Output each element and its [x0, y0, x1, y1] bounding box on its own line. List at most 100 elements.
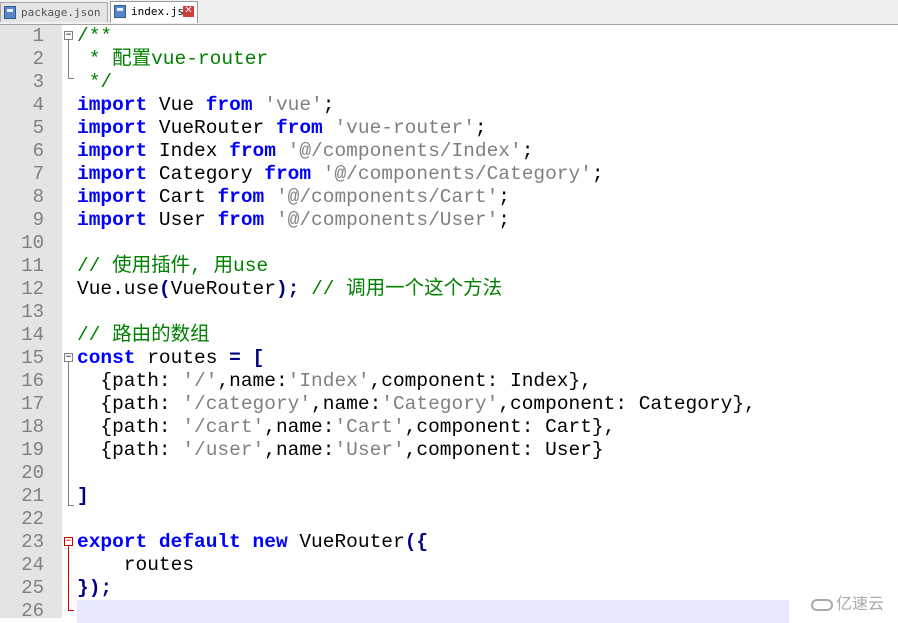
code-token: ;: [591, 163, 604, 185]
code-line[interactable]: const routes = [: [77, 347, 898, 370]
line-number: 20: [21, 462, 44, 484]
code-token: Index: [147, 140, 230, 162]
line-number: 26: [21, 600, 44, 622]
code-token: ,name:: [264, 416, 335, 438]
code-line[interactable]: import Vue from 'vue';: [77, 94, 898, 117]
string-token: '@/components/Cart': [275, 186, 499, 208]
string-token: '/user': [182, 439, 265, 461]
fold-collapse-icon[interactable]: −: [64, 353, 73, 362]
line-number: 6: [32, 140, 44, 162]
code-token: Cart: [147, 186, 218, 208]
string-token: 'Cart': [334, 416, 405, 438]
line-number: 9: [32, 209, 44, 231]
fold-collapse-icon[interactable]: −: [64, 537, 73, 546]
code-line[interactable]: // 使用插件, 用use: [77, 255, 898, 278]
keyword-token: from: [275, 117, 323, 139]
code-line[interactable]: routes: [77, 554, 898, 577]
fold-line: [68, 546, 69, 610]
line-number: 11: [21, 255, 44, 277]
code-line[interactable]: import VueRouter from 'vue-router';: [77, 117, 898, 140]
code-token: ,component: Index},: [369, 370, 592, 392]
code-editor[interactable]: /** * 配置vue-router */import Vue from 'vu…: [77, 25, 898, 623]
code-line[interactable]: /**: [77, 25, 898, 48]
code-token: ,component: Category},: [498, 393, 756, 415]
code-token: {path:: [77, 393, 183, 415]
code-line[interactable]: import User from '@/components/User';: [77, 209, 898, 232]
code-token: routes: [135, 347, 230, 369]
code-line[interactable]: * 配置vue-router: [77, 48, 898, 71]
operator-token: });: [77, 577, 113, 599]
watermark: 亿速云: [810, 590, 884, 614]
comment-token: * 配置vue-router: [77, 48, 269, 70]
code-line[interactable]: {path: '/cart',name:'Cart',component: Ca…: [77, 416, 898, 439]
line-number: 12: [21, 278, 44, 300]
code-token: VueRouter: [170, 278, 276, 300]
line-number: 21: [21, 485, 44, 507]
line-number: 4: [32, 94, 44, 116]
code-line[interactable]: // 路由的数组: [77, 324, 898, 347]
line-number: 10: [21, 232, 44, 254]
code-token: ,component: User}: [404, 439, 604, 461]
code-line[interactable]: {path: '/user',name:'User',component: Us…: [77, 439, 898, 462]
line-number: 15: [21, 347, 44, 369]
code-line[interactable]: ]: [77, 485, 898, 508]
line-number: 3: [32, 71, 44, 93]
line-number: 2: [32, 48, 44, 70]
code-line[interactable]: export default new VueRouter({: [77, 531, 898, 554]
comment-token: /**: [77, 25, 113, 47]
code-line[interactable]: import Cart from '@/components/Cart';: [77, 186, 898, 209]
code-line[interactable]: [77, 462, 898, 485]
code-line[interactable]: [77, 508, 898, 531]
line-number: 18: [21, 416, 44, 438]
code-line[interactable]: [77, 600, 789, 623]
code-line[interactable]: Vue.use(VueRouter); // 调用一个这个方法: [77, 278, 898, 301]
keyword-token: const: [77, 347, 136, 369]
code-token: Category: [147, 163, 265, 185]
code-line[interactable]: import Category from '@/components/Categ…: [77, 163, 898, 186]
string-token: '/': [182, 370, 218, 392]
string-token: 'Category': [381, 393, 499, 415]
keyword-token: from: [205, 94, 253, 116]
code-token: Vue: [147, 94, 206, 116]
tab-index-js[interactable]: index.js ✕: [110, 1, 198, 23]
code-token: ,component: Cart},: [404, 416, 616, 438]
code-line[interactable]: });: [77, 577, 898, 600]
code-token: {path:: [77, 370, 183, 392]
close-tab-icon[interactable]: ✕: [183, 6, 194, 17]
comment-token: */: [77, 71, 113, 93]
keyword-token: import: [77, 117, 148, 139]
code-line[interactable]: {path: '/category',name:'Category',compo…: [77, 393, 898, 416]
file-icon: [4, 6, 16, 19]
keyword-token: import: [77, 94, 148, 116]
string-token: 'User': [334, 439, 405, 461]
keyword-token: import: [77, 140, 148, 162]
line-number: 22: [21, 508, 44, 530]
code-token: routes: [77, 554, 195, 576]
code-line[interactable]: [77, 232, 898, 255]
fold-end: [68, 610, 74, 611]
line-number: 7: [32, 163, 44, 185]
code-token: ,name:: [264, 439, 335, 461]
code-line[interactable]: [77, 301, 898, 324]
code-line[interactable]: import Index from '@/components/Index';: [77, 140, 898, 163]
cloud-logo-icon: [810, 598, 833, 611]
code-token: {path:: [77, 439, 183, 461]
code-token: ;: [474, 117, 487, 139]
keyword-token: from: [264, 163, 312, 185]
string-token: '@/components/Index': [287, 140, 522, 162]
keyword-token: default: [158, 531, 241, 553]
keyword-token: from: [217, 186, 265, 208]
code-line[interactable]: {path: '/',name:'Index',component: Index…: [77, 370, 898, 393]
tab-package-json[interactable]: package.json: [0, 2, 108, 22]
fold-collapse-icon[interactable]: −: [64, 31, 73, 40]
code-token: {path:: [77, 416, 183, 438]
line-number: 5: [32, 117, 44, 139]
line-number: 1: [32, 25, 44, 47]
code-line[interactable]: */: [77, 71, 898, 94]
